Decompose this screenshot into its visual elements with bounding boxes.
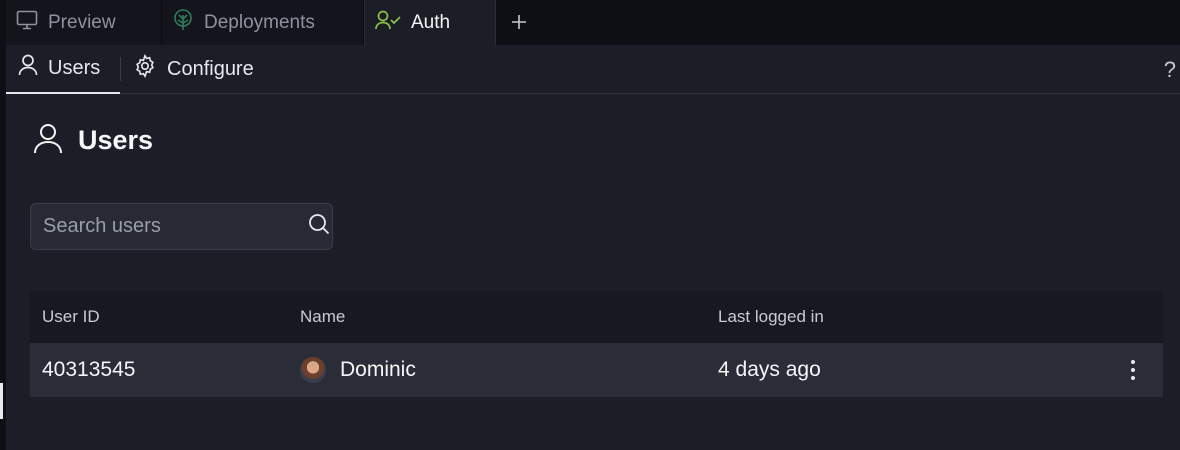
user-icon <box>32 122 64 159</box>
tab-label: Deployments <box>204 11 315 33</box>
subnav-users[interactable]: Users <box>6 45 120 94</box>
search-icon[interactable] <box>308 213 330 240</box>
user-check-icon <box>375 10 401 36</box>
plus-icon <box>511 10 527 36</box>
deployments-icon <box>172 8 194 37</box>
add-tab-button[interactable] <box>496 0 542 45</box>
table-row[interactable]: 40313545 Dominic 4 days ago <box>30 343 1163 397</box>
page-title: Users <box>78 125 154 155</box>
cell-last-logged-in: 4 days ago <box>718 358 821 381</box>
search-box <box>30 203 333 250</box>
tab-label: Auth <box>411 11 451 33</box>
sub-navigation: Users Configure ? <box>6 45 1180 94</box>
page-header: Users <box>32 122 153 159</box>
cell-name: Dominic <box>288 357 706 383</box>
top-tab-bar: Preview Deployments Auth <box>6 0 1180 45</box>
subnav-label: Users <box>48 56 101 79</box>
tab-label: Preview <box>48 11 116 33</box>
row-menu-button[interactable] <box>1103 360 1163 380</box>
tab-auth[interactable]: Auth <box>364 0 496 45</box>
subnav-label: Configure <box>167 57 254 80</box>
column-header-last-logged-in: Last logged in <box>718 307 824 326</box>
search-input[interactable] <box>43 215 308 238</box>
kebab-menu-icon <box>1131 360 1135 380</box>
table-header: User ID Name Last logged in <box>30 291 1163 343</box>
cell-user-id: 40313545 <box>42 358 136 381</box>
user-name: Dominic <box>340 358 416 381</box>
monitor-icon <box>16 10 38 36</box>
column-header-name: Name <box>300 307 346 326</box>
gear-icon <box>133 53 157 84</box>
users-table: User ID Name Last logged in 40313545 Dom… <box>30 291 1163 397</box>
scroll-marker[interactable] <box>0 383 3 419</box>
avatar <box>300 357 326 383</box>
help-button[interactable]: ? <box>1164 57 1176 83</box>
tab-preview[interactable]: Preview <box>6 0 162 45</box>
column-header-user-id: User ID <box>42 307 100 326</box>
subnav-configure[interactable]: Configure <box>121 45 266 94</box>
tab-deployments[interactable]: Deployments <box>162 0 364 45</box>
user-icon <box>18 54 38 82</box>
